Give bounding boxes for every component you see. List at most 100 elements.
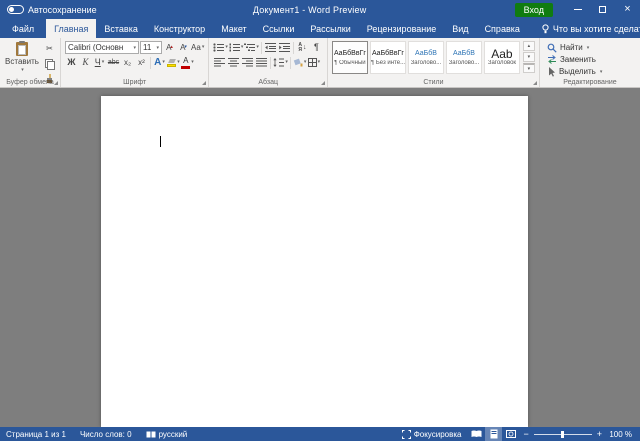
tab-view[interactable]: Вид xyxy=(444,19,476,38)
editing-group-label: Редактирование xyxy=(540,79,640,86)
sort-letters-icon: АЯ xyxy=(298,43,302,53)
maximize-button[interactable] xyxy=(590,0,615,19)
focus-label: Фокусировка xyxy=(414,430,462,439)
decrease-indent-button[interactable] xyxy=(264,41,277,54)
zoom-out-button[interactable]: − xyxy=(523,430,528,439)
line-spacing-dropdown-icon: ▾ xyxy=(285,60,288,65)
align-center-button[interactable] xyxy=(227,56,240,69)
borders-button[interactable]: ▾ xyxy=(307,56,320,69)
ribbon: Вставить ▾ ✂ Буфер обмена Calibri (Основ… xyxy=(0,38,640,88)
ribbon-tab-bar: Файл Главная Вставка Конструктор Макет С… xyxy=(0,19,640,38)
tab-help[interactable]: Справка xyxy=(477,19,528,38)
find-button[interactable]: Найти ▾ xyxy=(544,42,636,53)
font-name-combo[interactable]: Calibri (Основн ▾ xyxy=(65,41,139,54)
sort-button[interactable]: АЯ ↓ xyxy=(296,41,309,54)
numbering-icon xyxy=(229,43,240,52)
read-mode-button[interactable] xyxy=(468,427,485,441)
tab-references[interactable]: Ссылки xyxy=(255,19,303,38)
grow-font-button[interactable]: А▴ xyxy=(163,41,176,54)
word-count-status[interactable]: Число слов: 0 xyxy=(73,430,139,439)
autosave-toggle[interactable] xyxy=(7,5,24,14)
underline-button[interactable]: Ч▾ xyxy=(93,56,106,69)
clipboard-group: Вставить ▾ ✂ Буфер обмена xyxy=(0,38,61,87)
print-layout-button[interactable] xyxy=(485,427,502,441)
copy-button[interactable] xyxy=(43,57,56,70)
find-label: Найти xyxy=(560,43,583,52)
cut-button[interactable]: ✂ xyxy=(43,42,56,55)
styles-group: АаБбВвГг ¶ Обычный АаБбВвГг ¶ Без инте..… xyxy=(328,38,540,87)
line-spacing-button[interactable]: ▾ xyxy=(273,56,288,69)
select-cursor-icon xyxy=(547,67,556,77)
tell-me-box[interactable]: Что вы хотите сделать? xyxy=(542,19,640,38)
justify-button[interactable] xyxy=(255,56,268,69)
gallery-more-icon: ▾ xyxy=(528,66,531,72)
shrink-font-button[interactable]: А▾ xyxy=(177,41,190,54)
maximize-icon xyxy=(599,6,606,13)
zoom-in-button[interactable]: + xyxy=(597,430,602,439)
sign-in-button[interactable]: Вход xyxy=(515,3,553,17)
superscript-button[interactable]: x² xyxy=(135,56,148,69)
tab-insert[interactable]: Вставка xyxy=(96,19,145,38)
highlight-icon xyxy=(167,59,176,67)
clipboard-dialog-launcher-icon[interactable] xyxy=(54,81,58,85)
styles-scroll-down-button[interactable]: ▾ xyxy=(523,52,535,62)
tab-design[interactable]: Конструктор xyxy=(146,19,213,38)
tab-mailings[interactable]: Рассылки xyxy=(302,19,358,38)
copy-icon xyxy=(45,59,54,69)
zoom-level-button[interactable]: 100 % xyxy=(606,430,634,439)
replace-button[interactable]: Заменить xyxy=(544,54,636,65)
web-layout-button[interactable] xyxy=(502,427,519,441)
highlight-color-button[interactable]: ▾ xyxy=(167,56,180,69)
language-status[interactable]: русский xyxy=(139,430,195,439)
style-heading-1[interactable]: АаБбВ Заголово... xyxy=(408,41,444,74)
change-case-button[interactable]: Аа▾ xyxy=(191,41,204,54)
find-magnifier-icon xyxy=(547,43,557,53)
style-normal[interactable]: АаБбВвГг ¶ Обычный xyxy=(332,41,368,74)
autosave-control[interactable]: Автосохранение xyxy=(0,5,105,15)
zoom-control: − + xyxy=(519,430,606,439)
italic-button[interactable]: К xyxy=(79,56,92,69)
tab-layout[interactable]: Макет xyxy=(213,19,254,38)
show-paragraph-marks-button[interactable]: ¶ xyxy=(310,41,323,54)
view-mode-buttons xyxy=(468,427,519,441)
multilevel-list-button[interactable]: ▾ xyxy=(244,41,259,54)
style-name: ¶ Обычный xyxy=(334,60,365,66)
styles-scroll-up-button[interactable]: ▴ xyxy=(523,41,535,51)
bullets-button[interactable]: ▾ xyxy=(213,41,228,54)
page-number-status[interactable]: Страница 1 из 1 xyxy=(6,430,73,439)
minimize-button[interactable] xyxy=(565,0,590,19)
style-title[interactable]: Aab Заголовок xyxy=(484,41,520,74)
paragraph-group-label: Абзац xyxy=(209,79,327,86)
text-effects-button[interactable]: А▾ xyxy=(153,56,166,69)
read-mode-icon xyxy=(471,430,482,438)
font-group: Calibri (Основн ▾ 11 ▾ А▴ А▾ Аа▾ Ж К Ч▾ … xyxy=(61,38,209,87)
tab-review[interactable]: Рецензирование xyxy=(359,19,445,38)
select-label: Выделить xyxy=(559,67,596,76)
styles-gallery-more-button[interactable]: ▾ xyxy=(523,63,535,73)
style-heading-2[interactable]: АаБбВ Заголово... xyxy=(446,41,482,74)
style-no-spacing[interactable]: АаБбВвГг ¶ Без инте... xyxy=(370,41,406,74)
subscript-button[interactable]: x₂ xyxy=(121,56,134,69)
font-dialog-launcher-icon[interactable] xyxy=(202,81,206,85)
styles-dialog-launcher-icon[interactable] xyxy=(533,81,537,85)
align-left-button[interactable] xyxy=(213,56,226,69)
zoom-slider[interactable] xyxy=(534,434,592,435)
document-page[interactable] xyxy=(101,96,528,427)
strikethrough-button[interactable]: abc xyxy=(107,56,120,69)
focus-mode-button[interactable]: Фокусировка xyxy=(395,430,469,439)
underline-dropdown-icon: ▾ xyxy=(102,60,105,65)
increase-indent-button[interactable] xyxy=(278,41,291,54)
tab-home[interactable]: Главная xyxy=(46,19,96,38)
select-button[interactable]: Выделить ▾ xyxy=(544,66,636,77)
tab-file[interactable]: Файл xyxy=(0,19,46,38)
zoom-slider-thumb[interactable] xyxy=(561,431,564,438)
align-right-button[interactable] xyxy=(241,56,254,69)
numbering-button[interactable]: ▾ xyxy=(229,41,244,54)
close-button[interactable]: × xyxy=(615,0,640,19)
font-size-combo[interactable]: 11 ▾ xyxy=(140,41,162,54)
paragraph-dialog-launcher-icon[interactable] xyxy=(321,81,325,85)
font-separator xyxy=(150,57,151,69)
shading-button[interactable]: ▾ xyxy=(293,56,307,69)
bold-button[interactable]: Ж xyxy=(65,56,78,69)
font-color-button[interactable]: А▾ xyxy=(181,56,194,69)
